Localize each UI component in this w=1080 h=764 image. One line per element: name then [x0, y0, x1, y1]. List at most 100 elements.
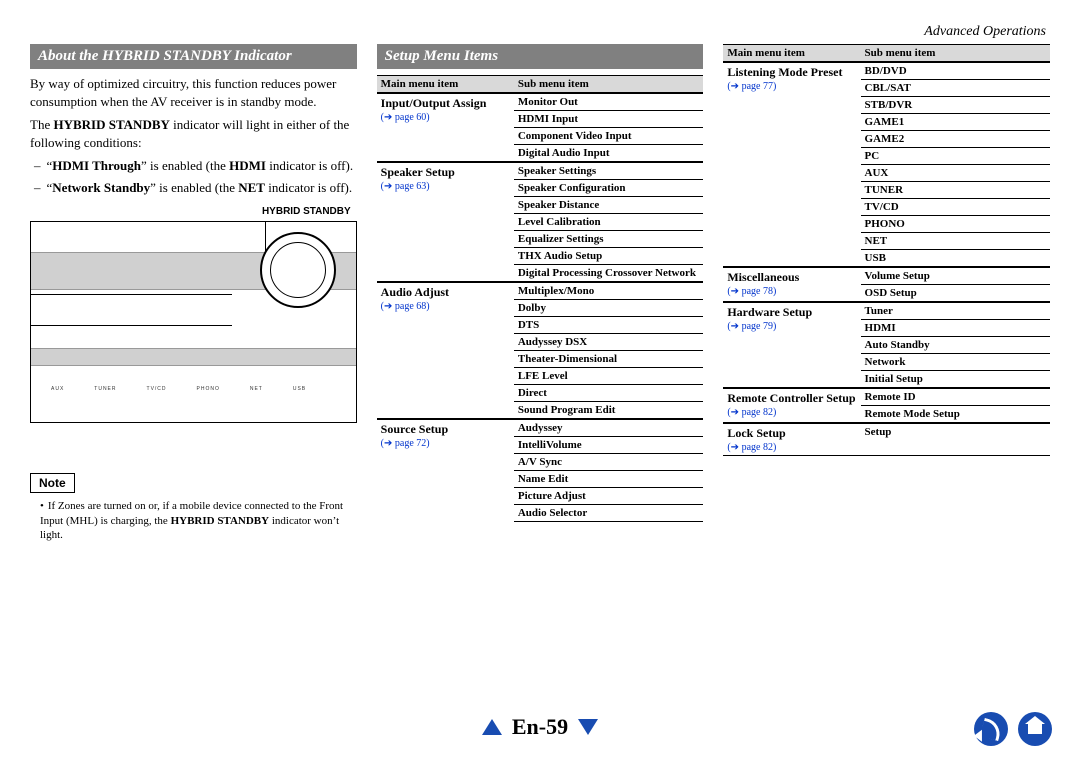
- page-link[interactable]: page 82: [727, 407, 856, 418]
- main-menu-cell: Speaker Setuppage 63: [377, 162, 514, 282]
- sub-menu-cell: Digital Processing Crossover Network: [514, 265, 703, 283]
- sub-menu-cell: Audio Selector: [514, 505, 703, 522]
- sub-menu-cell: IntelliVolume: [514, 437, 703, 454]
- sub-menu-cell: LFE Level: [514, 368, 703, 385]
- main-menu-cell: Hardware Setuppage 79: [723, 302, 860, 388]
- table-row: Speaker Setuppage 63Speaker Settings: [377, 162, 704, 180]
- sub-menu-cell: USB: [861, 250, 1050, 268]
- note-text: •If Zones are turned on or, if a mobile …: [30, 499, 357, 542]
- sub-menu-cell: Speaker Configuration: [514, 180, 703, 197]
- page-link[interactable]: page 60: [381, 112, 510, 123]
- th-main-1: Main menu item: [377, 76, 514, 94]
- sub-menu-cell: Theater-Dimensional: [514, 351, 703, 368]
- left-body: By way of optimized circuitry, this func…: [30, 75, 357, 196]
- sub-menu-cell: Direct: [514, 385, 703, 402]
- sub-menu-cell: Network: [861, 354, 1050, 371]
- page-link[interactable]: page 82: [727, 442, 856, 453]
- sub-menu-cell: Auto Standby: [861, 337, 1050, 354]
- sub-menu-cell: HDMI Input: [514, 111, 703, 128]
- device-illustration: AUXTUNERTV/CDPHONONETUSB: [30, 221, 357, 423]
- table-row: Remote Controller Setuppage 82Remote ID: [723, 388, 1050, 406]
- sub-menu-cell: NET: [861, 233, 1050, 250]
- sub-menu-cell: TV/CD: [861, 199, 1050, 216]
- left-intro: By way of optimized circuitry, this func…: [30, 75, 357, 110]
- th-sub-2: Sub menu item: [861, 45, 1050, 63]
- sub-menu-cell: THX Audio Setup: [514, 248, 703, 265]
- page-link[interactable]: page 78: [727, 286, 856, 297]
- sub-menu-cell: DTS: [514, 317, 703, 334]
- sub-menu-cell: A/V Sync: [514, 454, 703, 471]
- sub-menu-cell: OSD Setup: [861, 285, 1050, 303]
- sub-menu-cell: Monitor Out: [514, 93, 703, 111]
- left-bullet: “Network Standby” is enabled (the NET in…: [48, 179, 357, 197]
- sub-menu-cell: GAME1: [861, 114, 1050, 131]
- page-link[interactable]: page 68: [381, 301, 510, 312]
- sub-menu-cell: CBL/SAT: [861, 80, 1050, 97]
- page-link[interactable]: page 72: [381, 438, 510, 449]
- main-menu-cell: Listening Mode Presetpage 77: [723, 62, 860, 267]
- left-bullet: “HDMI Through” is enabled (the HDMI indi…: [48, 157, 357, 175]
- table-row: Audio Adjustpage 68Multiplex/Mono: [377, 282, 704, 300]
- sub-menu-cell: Speaker Settings: [514, 162, 703, 180]
- sub-menu-cell: Initial Setup: [861, 371, 1050, 389]
- sub-menu-cell: Multiplex/Mono: [514, 282, 703, 300]
- table-row: Lock Setuppage 82Setup: [723, 423, 1050, 456]
- back-icon[interactable]: [974, 712, 1008, 746]
- sub-menu-cell: Tuner: [861, 302, 1050, 320]
- left-line2: The HYBRID STANDBY indicator will light …: [30, 116, 357, 151]
- sub-menu-cell: Audyssey: [514, 419, 703, 437]
- sub-menu-cell: Picture Adjust: [514, 488, 703, 505]
- main-menu-cell: Audio Adjustpage 68: [377, 282, 514, 419]
- sub-menu-cell: HDMI: [861, 320, 1050, 337]
- sub-menu-cell: STB/DVR: [861, 97, 1050, 114]
- sub-menu-cell: PHONO: [861, 216, 1050, 233]
- page-link[interactable]: page 79: [727, 321, 856, 332]
- sub-menu-cell: TUNER: [861, 182, 1050, 199]
- page-link[interactable]: page 77: [727, 81, 856, 92]
- menu-table-2: Main menu item Sub menu item Listening M…: [723, 44, 1050, 456]
- sub-menu-cell: Remote Mode Setup: [861, 406, 1050, 424]
- th-sub-1: Sub menu item: [514, 76, 703, 94]
- sub-menu-cell: Remote ID: [861, 388, 1050, 406]
- sub-menu-cell: GAME2: [861, 131, 1050, 148]
- table-row: Miscellaneouspage 78Volume Setup: [723, 267, 1050, 285]
- sub-menu-cell: Component Video Input: [514, 128, 703, 145]
- column-middle: Setup Menu Items Main menu item Sub menu…: [377, 44, 704, 542]
- sub-menu-cell: PC: [861, 148, 1050, 165]
- sub-menu-cell: Speaker Distance: [514, 197, 703, 214]
- table-row: Listening Mode Presetpage 77BD/DVD: [723, 62, 1050, 80]
- sub-menu-cell: Setup: [861, 423, 1050, 456]
- left-section-title: About the HYBRID STANDBY Indicator: [30, 44, 357, 69]
- page-link[interactable]: page 63: [381, 181, 510, 192]
- sub-menu-cell: AUX: [861, 165, 1050, 182]
- sub-menu-cell: Audyssey DSX: [514, 334, 703, 351]
- hybrid-standby-label: HYBRID STANDBY: [30, 206, 351, 217]
- main-menu-cell: Input/Output Assignpage 60: [377, 93, 514, 162]
- main-menu-cell: Remote Controller Setuppage 82: [723, 388, 860, 423]
- header-section: Advanced Operations: [924, 24, 1046, 40]
- column-left: About the HYBRID STANDBY Indicator By wa…: [30, 44, 357, 542]
- prev-page-icon[interactable]: [482, 719, 502, 735]
- sub-menu-cell: Sound Program Edit: [514, 402, 703, 420]
- footer: En-59: [0, 714, 1080, 740]
- home-icon[interactable]: [1018, 712, 1052, 746]
- note-heading: Note: [30, 473, 75, 493]
- table-row: Source Setuppage 72Audyssey: [377, 419, 704, 437]
- sub-menu-cell: Dolby: [514, 300, 703, 317]
- main-menu-cell: Lock Setuppage 82: [723, 423, 860, 456]
- sub-menu-cell: BD/DVD: [861, 62, 1050, 80]
- next-page-icon[interactable]: [578, 719, 598, 735]
- sub-menu-cell: Digital Audio Input: [514, 145, 703, 163]
- menu-table-1: Main menu item Sub menu item Input/Outpu…: [377, 75, 704, 522]
- table-row: Input/Output Assignpage 60Monitor Out: [377, 93, 704, 111]
- sub-menu-cell: Level Calibration: [514, 214, 703, 231]
- table-row: Hardware Setuppage 79Tuner: [723, 302, 1050, 320]
- middle-section-title: Setup Menu Items: [377, 44, 704, 69]
- main-menu-cell: Source Setuppage 72: [377, 419, 514, 522]
- main-menu-cell: Miscellaneouspage 78: [723, 267, 860, 302]
- sub-menu-cell: Name Edit: [514, 471, 703, 488]
- th-main-2: Main menu item: [723, 45, 860, 63]
- sub-menu-cell: Equalizer Settings: [514, 231, 703, 248]
- page-number: En-59: [512, 714, 568, 740]
- column-right: Main menu item Sub menu item Listening M…: [723, 44, 1050, 542]
